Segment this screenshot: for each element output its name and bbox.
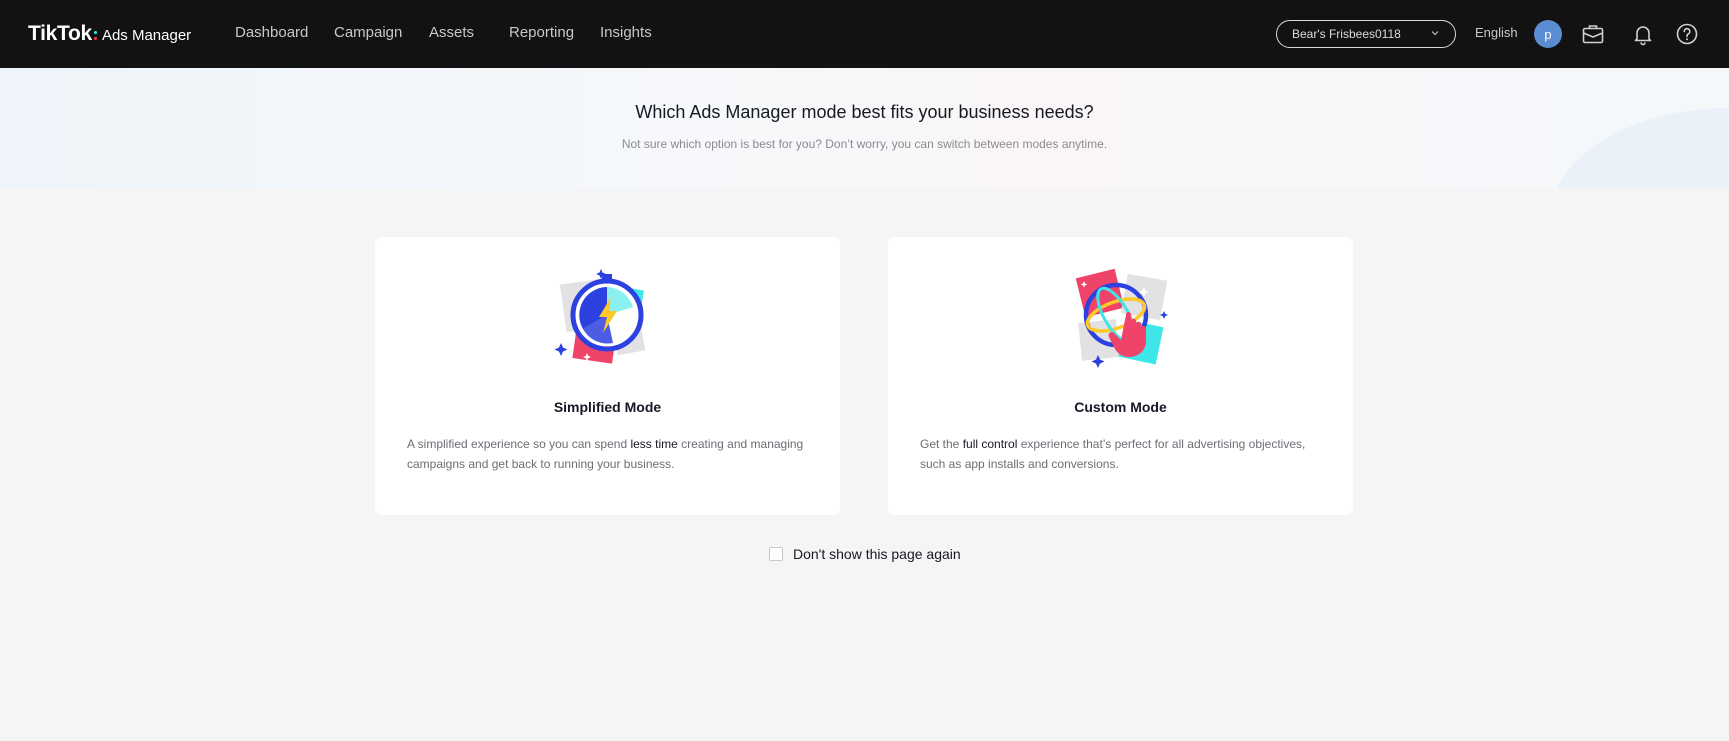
chevron-down-icon (1431, 31, 1439, 36)
language-selector[interactable]: English (1475, 25, 1518, 40)
notifications-button[interactable] (1629, 20, 1657, 48)
briefcase-button[interactable] (1579, 20, 1607, 48)
help-button[interactable] (1673, 20, 1701, 48)
card-description: Get the full control experience that’s p… (920, 434, 1325, 474)
desc-text: Get the (920, 437, 963, 451)
page-subtitle: Not sure which option is best for you? D… (621, 137, 1108, 151)
account-selector[interactable]: Bear's Frisbees0118 (1276, 20, 1456, 48)
card-title: Simplified Mode (553, 399, 662, 415)
nav-reporting[interactable]: Reporting (509, 24, 574, 41)
dont-show-again-toggle[interactable]: Don't show this page again (769, 546, 961, 562)
bell-icon (1634, 26, 1652, 46)
nav-dashboard[interactable]: Dashboard (235, 24, 308, 41)
briefcase-icon (1582, 25, 1604, 44)
help-icon (1676, 23, 1698, 45)
avatar-initial: p (1544, 26, 1552, 42)
dont-show-again-label: Don't show this page again (793, 546, 961, 562)
desc-highlight: less time (630, 437, 678, 451)
desc-text: A simplified experience so you can spend (407, 437, 631, 451)
tiktok-ads-manager-logo[interactable]: TikTok Ads Manager (28, 22, 191, 48)
nav-assets[interactable]: Assets (429, 24, 474, 41)
logo-brand: TikTok (28, 22, 92, 45)
logo-dot (93, 37, 97, 40)
top-navigation-bar: TikTok Ads Manager Dashboard Campaign As… (0, 0, 1729, 68)
card-illustration (375, 263, 840, 373)
card-illustration (888, 263, 1353, 373)
mode-selection-banner: Which Ads Manager mode best fits your bu… (0, 68, 1729, 189)
nav-insights[interactable]: Insights (600, 24, 652, 41)
globe-hand-icon (1075, 268, 1168, 368)
page-title: Which Ads Manager mode best fits your bu… (635, 102, 1094, 122)
avatar[interactable]: p (1534, 20, 1562, 48)
card-title: Custom Mode (1074, 399, 1167, 415)
logo-product: Ads Manager (101, 27, 192, 44)
card-description: A simplified experience so you can spend… (407, 434, 812, 474)
stopwatch-lightning-icon (554, 269, 645, 364)
nav-campaign[interactable]: Campaign (334, 24, 402, 41)
simplified-mode-card[interactable]: Simplified Mode A simplified experience … (375, 237, 840, 515)
account-name: Bear's Frisbees0118 (1292, 27, 1401, 41)
dont-show-again-checkbox[interactable] (769, 547, 783, 561)
custom-mode-card[interactable]: Custom Mode Get the full control experie… (888, 237, 1353, 515)
desc-highlight: full control (962, 437, 1018, 451)
